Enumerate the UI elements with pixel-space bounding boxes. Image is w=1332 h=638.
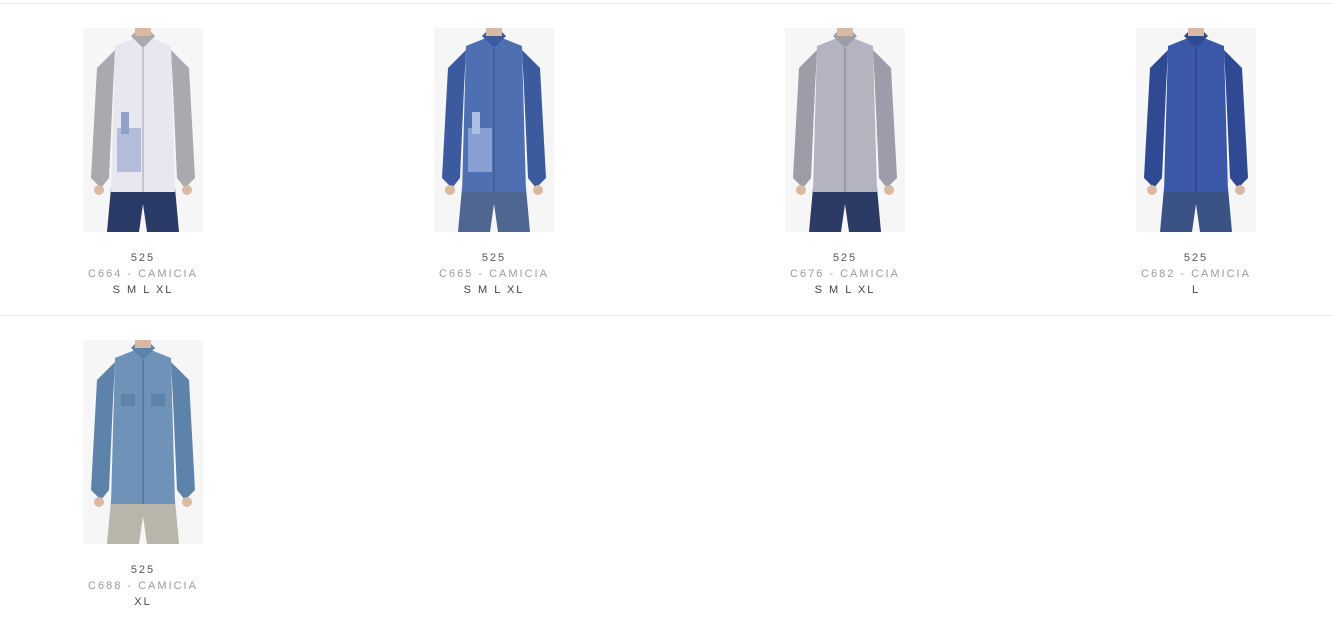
shirt-denim-blue-patch-icon: [434, 28, 554, 232]
product-brand: 525: [1183, 252, 1209, 264]
shirt-patchwork-grey-white-icon: [83, 28, 203, 232]
product-brand: 525: [832, 252, 858, 264]
row-divider: [0, 315, 1332, 316]
product-sizes: XL: [134, 596, 152, 608]
product-sizes: S M L XL: [112, 284, 174, 296]
shirt-dark-denim-icon: [1136, 28, 1256, 232]
top-divider: [0, 3, 1332, 4]
product-name[interactable]: C682 - CAMICIA: [1054, 267, 1332, 281]
product-sizes: L: [1191, 284, 1201, 296]
product-name[interactable]: C665 - CAMICIA: [352, 267, 636, 281]
product-card-c688[interactable]: 525 C688 - CAMICIA XL: [1, 340, 285, 609]
product-brand: 525: [130, 564, 156, 576]
shirt-grey-check-icon: [785, 28, 905, 232]
product-brand: 525: [130, 252, 156, 264]
product-name[interactable]: C676 - CAMICIA: [703, 267, 987, 281]
product-image[interactable]: [352, 28, 636, 233]
product-card-c676[interactable]: 525 C676 - CAMICIA S M L XL: [703, 28, 987, 297]
product-card-c664[interactable]: 525 C664 - CAMICIA S M L XL: [1, 28, 285, 297]
product-card-c682[interactable]: 525 C682 - CAMICIA L: [1054, 28, 1332, 297]
product-card-c665[interactable]: 525 C665 - CAMICIA S M L XL: [352, 28, 636, 297]
product-name[interactable]: C688 - CAMICIA: [1, 579, 285, 593]
product-name[interactable]: C664 - CAMICIA: [1, 267, 285, 281]
product-image[interactable]: [1, 340, 285, 545]
product-sizes: S M L XL: [814, 284, 876, 296]
product-image[interactable]: [1054, 28, 1332, 233]
product-image[interactable]: [703, 28, 987, 233]
product-image[interactable]: [1, 28, 285, 233]
shirt-washed-denim-icon: [83, 340, 203, 544]
product-brand: 525: [481, 252, 507, 264]
product-sizes: S M L XL: [463, 284, 525, 296]
